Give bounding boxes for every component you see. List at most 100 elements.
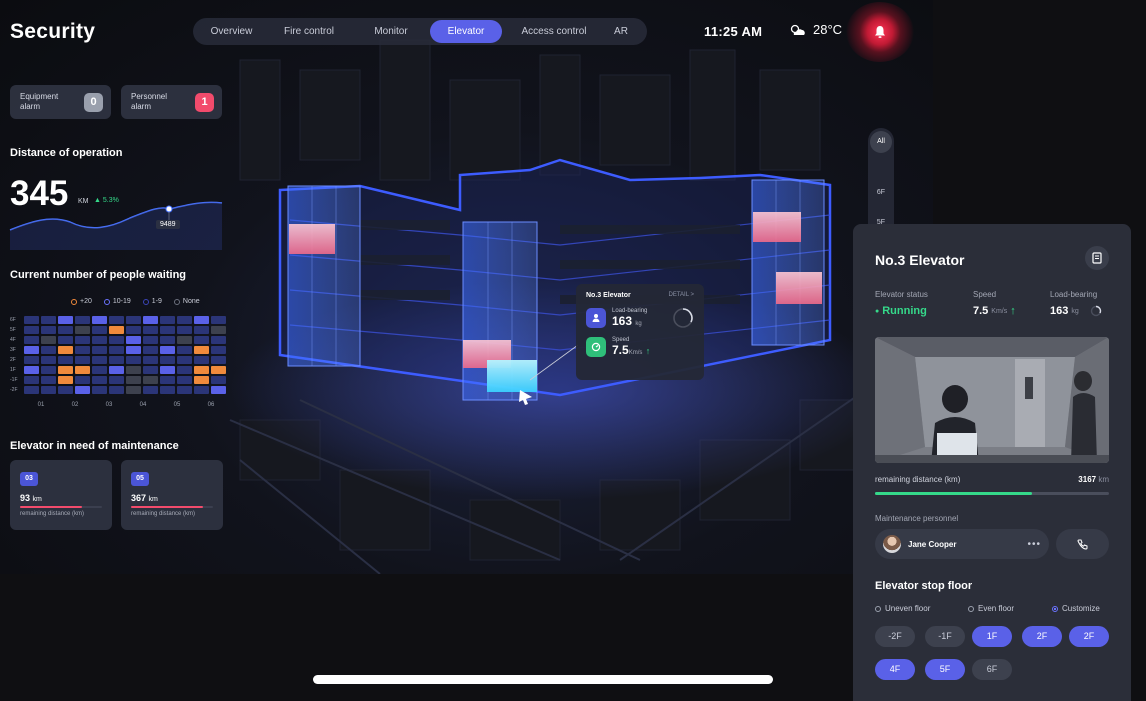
heatmap-cell <box>211 326 226 334</box>
personnel-alarm-card[interactable]: Personnel alarm 1 <box>121 85 222 119</box>
load-unit: kg <box>635 321 642 327</box>
more-options-icon[interactable]: ••• <box>1027 539 1041 550</box>
heatmap-cell <box>143 316 158 324</box>
heatmap-cell <box>41 346 56 354</box>
heatmap-cell <box>194 316 209 324</box>
heatmap-cell <box>177 346 192 354</box>
heatmap-cell <box>126 346 141 354</box>
personnel-chip[interactable]: Jane Cooper ••• <box>875 529 1049 559</box>
heatmap-cell <box>126 386 141 394</box>
radio-uneven-floor[interactable]: Uneven floor <box>875 604 930 613</box>
heatmap-cell <box>143 356 158 364</box>
legend-label: None <box>182 298 200 305</box>
heatmap-row-label: -1F <box>10 377 18 383</box>
radio-even-floor[interactable]: Even floor <box>968 604 1014 613</box>
heatmap-cell <box>194 326 209 334</box>
heatmap-cell <box>194 356 209 364</box>
floor-filter-all[interactable]: All <box>870 131 892 153</box>
heatmap-cell <box>143 326 158 334</box>
heatmap-cell <box>109 346 124 354</box>
tab-monitor[interactable]: Monitor <box>352 20 430 43</box>
heatmap-cell <box>126 336 141 344</box>
equipment-alarm-card[interactable]: Equipment alarm 0 <box>10 85 111 119</box>
heatmap-cell <box>160 356 175 364</box>
heatmap-cell <box>160 366 175 374</box>
heatmap-cell <box>211 376 226 384</box>
tab-elevator[interactable]: Elevator <box>430 20 502 43</box>
heatmap-row: 4F <box>10 335 228 345</box>
phone-icon <box>1077 539 1088 550</box>
heatmap-cell <box>24 336 39 344</box>
heatmap-cell <box>24 316 39 324</box>
floor-button[interactable]: 6F <box>972 659 1012 680</box>
arrow-up-icon: ↑ <box>1010 305 1016 317</box>
heatmap-cell <box>177 376 192 384</box>
radio-customize[interactable]: Customize <box>1052 604 1100 613</box>
heatmap-cell <box>24 346 39 354</box>
heatmap-row: -2F <box>10 385 228 395</box>
call-button[interactable] <box>1056 529 1109 559</box>
tooltip-detail-link[interactable]: DETAIL > <box>668 292 694 299</box>
heatmap-cell <box>177 366 192 374</box>
heatmap-cell <box>92 386 107 394</box>
tab-access-control[interactable]: Access control <box>502 20 606 43</box>
equipment-alarm-label: Equipment alarm <box>20 92 59 111</box>
alarm-button[interactable] <box>846 2 914 62</box>
maintenance-card[interactable]: 03 93 km remaining distance (km) <box>10 460 112 530</box>
heatmap-row: 5F <box>10 325 228 335</box>
heatmap-col-label: 06 <box>207 402 215 408</box>
heatmap-row-label: 5F <box>10 327 16 333</box>
maintenance-card[interactable]: 05 367 km remaining distance (km) <box>121 460 223 530</box>
equipment-alarm-count: 0 <box>84 92 103 112</box>
heatmap-row-label: 2F <box>10 357 16 363</box>
heatmap-cell <box>41 376 56 384</box>
heatmap-cell <box>211 316 226 324</box>
panel-title: No.3 Elevator <box>875 252 965 268</box>
legend-label: +20 <box>80 298 92 305</box>
floor-button[interactable]: 2F <box>1069 626 1109 647</box>
heatmap-cell <box>41 326 56 334</box>
document-button[interactable] <box>1085 246 1109 270</box>
heatmap-cell <box>58 316 73 324</box>
heatmap-row-label: 1F <box>10 367 16 373</box>
distance-title: Distance of operation <box>10 147 123 159</box>
tooltip-header: No.3 Elevator DETAIL > <box>586 292 694 299</box>
floor-filter-6f[interactable]: 6F <box>870 182 892 204</box>
heatmap-cell <box>160 346 175 354</box>
elevator-id-badge: 05 <box>131 472 149 486</box>
floor-button[interactable]: -1F <box>925 626 965 647</box>
maintenance-unit: km <box>32 496 42 503</box>
load-number: 163 <box>612 314 633 328</box>
heatmap-cell <box>92 336 107 344</box>
floor-button[interactable]: 2F <box>1022 626 1062 647</box>
tab-fire-control[interactable]: Fire control <box>266 20 352 43</box>
heatmap-cell <box>126 376 141 384</box>
floor-button[interactable]: -2F <box>875 626 915 647</box>
status-value: ● Running <box>875 305 927 317</box>
tab-overview[interactable]: Overview <box>197 20 266 43</box>
heatmap-cell <box>160 316 175 324</box>
radio-label: Even floor <box>978 604 1015 613</box>
heatmap-cell <box>41 366 56 374</box>
heatmap-cell <box>58 346 73 354</box>
waiting-title: Current number of people waiting <box>10 269 187 281</box>
remaining-number: 3167 <box>1078 475 1097 484</box>
home-indicator[interactable] <box>313 675 773 684</box>
heatmap-cell <box>92 326 107 334</box>
elevator-camera-feed[interactable] <box>875 337 1109 463</box>
sparkline-tooltip: 9489 <box>156 220 180 229</box>
heatmap-cell <box>75 376 90 384</box>
floor-button[interactable]: 1F <box>972 626 1012 647</box>
elevator-tooltip[interactable]: No.3 Elevator DETAIL > Load-bearing 163 … <box>576 284 704 380</box>
maintenance-number: 93 <box>20 493 31 503</box>
stop-floor-title: Elevator stop floor <box>875 580 973 592</box>
heatmap-cell <box>194 336 209 344</box>
heatmap-cell <box>75 366 90 374</box>
heatmap-row-label: 6F <box>10 317 16 323</box>
heatmap-cell <box>24 366 39 374</box>
heatmap-row: 2F <box>10 355 228 365</box>
floor-button[interactable]: 5F <box>925 659 965 680</box>
floor-button[interactable]: 4F <box>875 659 915 680</box>
tooltip-title: No.3 Elevator <box>586 292 631 299</box>
tab-ar[interactable]: AR <box>606 20 636 43</box>
